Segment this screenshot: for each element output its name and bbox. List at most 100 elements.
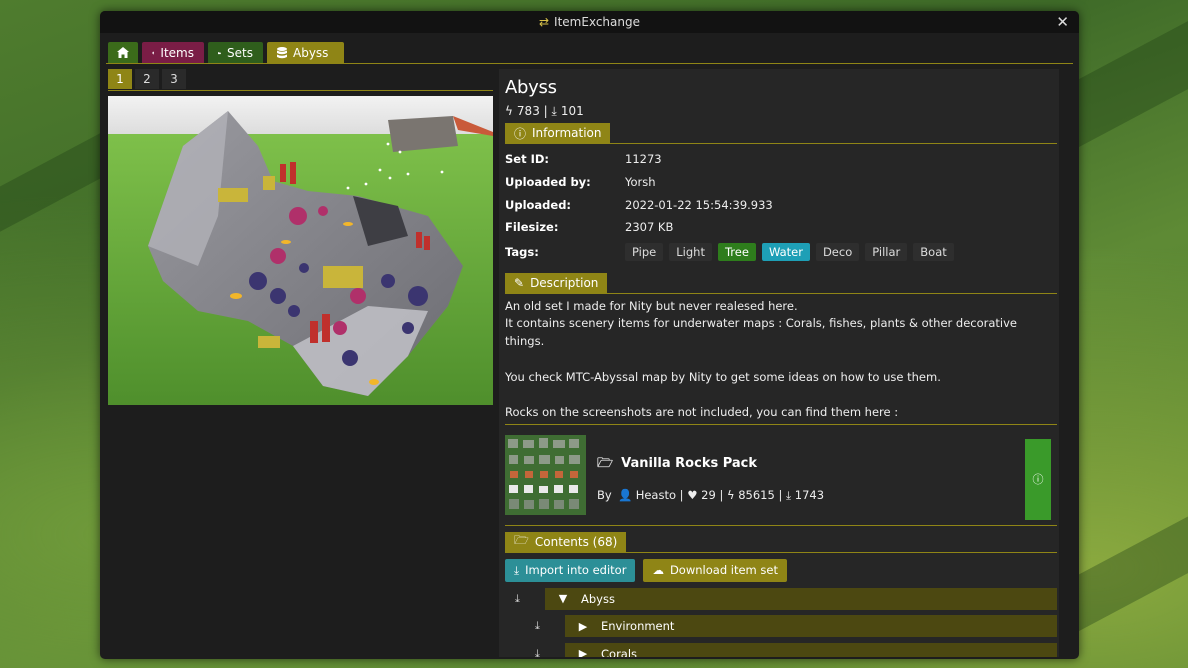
description-line: You check MTC-Abyssal map by Nity to get… <box>505 369 941 384</box>
chevron-right-icon[interactable]: ▶ <box>565 647 601 657</box>
dependency-card[interactable]: 🗁 Vanilla Rocks Pack By 👤 Heasto | ♥ 29 | … <box>505 429 1057 525</box>
description-line: Rocks on the screenshots are not include… <box>505 404 899 419</box>
set-stats: ϟ 783 | ⤓ 101 <box>505 104 1057 119</box>
meta-separator: | <box>778 487 787 502</box>
info-row-set-id: Set ID: 11273 <box>505 148 1057 171</box>
information-header: ⓘ Information <box>505 123 611 143</box>
import-into-editor-button[interactable]: ⤓ Import into editor <box>505 558 636 582</box>
info-value: Yorsh <box>625 175 656 190</box>
download-item-set-button[interactable]: ☁ Download item set <box>643 558 787 582</box>
tag-water[interactable]: Water <box>761 242 810 261</box>
user-icon: 👤 <box>618 487 633 502</box>
download-icon: ⤓ <box>514 562 520 577</box>
dependency-thumbnail[interactable] <box>505 434 586 515</box>
contents-divider <box>505 551 1057 553</box>
image-tab-1[interactable]: 1 <box>108 69 132 89</box>
download-label: Download item set <box>669 563 778 578</box>
dependency-info-button[interactable]: ⓘ <box>1025 438 1051 520</box>
info-row-uploaded: Uploaded: 2022-01-22 15:54:39.933 <box>505 193 1057 216</box>
tag-list: Pipe Light Tree Water Deco Pillar Boat <box>625 242 954 261</box>
description-divider <box>505 292 1057 294</box>
tag-light[interactable]: Light <box>669 242 712 261</box>
tab-items-label: Items <box>160 45 194 60</box>
dependency-downloads: 1743 <box>794 487 825 502</box>
info-value: 11273 <box>625 152 662 167</box>
description-line <box>505 386 1057 404</box>
tree-folder-environment[interactable]: ▶ Environment <box>565 615 1057 638</box>
meta-separator: | <box>719 487 727 502</box>
info-key: Filesize: <box>505 220 559 235</box>
description-header-label: Description <box>530 275 599 290</box>
description-text: An old set I made for Nity but never rea… <box>505 298 1057 422</box>
tree-label: Environment <box>601 619 675 634</box>
tree-icon <box>152 51 155 54</box>
tag-pillar[interactable]: Pillar <box>865 242 908 261</box>
heart-icon: ♥ <box>687 487 698 502</box>
contents-header-label: Contents (68) <box>534 534 618 549</box>
download-icon[interactable]: ⤓ <box>515 592 520 606</box>
info-row-tags: Tags: Pipe Light Tree Water Deco Pillar … <box>505 239 1057 265</box>
contents-header: 🗁 Contents (68) <box>505 531 627 552</box>
download-icon[interactable]: ⤓ <box>535 647 540 657</box>
tag-deco[interactable]: Deco <box>815 242 860 261</box>
tab-items[interactable]: Items <box>142 42 204 63</box>
import-label: Import into editor <box>525 563 627 578</box>
contents-actions: ⤓ Import into editor ☁ Download item set <box>505 558 1057 582</box>
tree-folder-corals[interactable]: ▶ Corals <box>565 642 1057 657</box>
info-key: Uploaded by: <box>505 175 591 190</box>
folder-open-icon: 🗁 <box>514 533 529 548</box>
swap-icon: ⇄ <box>538 15 550 29</box>
tree-label: Corals <box>601 646 638 657</box>
nav-tabs: Items Sets Abyss <box>108 42 344 63</box>
set-title: Abyss <box>505 77 557 98</box>
description-line <box>505 351 1057 369</box>
set-bolt-count: 783 <box>516 104 540 118</box>
screenshot-panel: 1 2 3 <box>108 69 493 654</box>
info-value: 2022-01-22 15:54:39.933 <box>625 197 773 212</box>
tag-boat[interactable]: Boat <box>913 242 954 261</box>
image-tab-2[interactable]: 2 <box>135 69 159 89</box>
dependency-divider-top <box>505 423 1057 425</box>
description-line: It contains scenery items for underwater… <box>505 316 1017 349</box>
image-tab-3[interactable]: 3 <box>162 69 186 89</box>
tab-home[interactable] <box>108 42 138 63</box>
tree-row-corals: ⤓ ▶ Corals <box>505 641 1057 657</box>
home-icon <box>117 47 129 58</box>
tab-sets-label: Sets <box>227 45 253 60</box>
database-icon <box>277 46 287 58</box>
image-tabs-divider <box>108 90 493 91</box>
info-key: Set ID: <box>505 152 550 167</box>
tree-row-environment: ⤓ ▶ Environment <box>505 613 1057 641</box>
pencil-icon: ✎ <box>514 275 525 290</box>
tab-abyss[interactable]: Abyss <box>267 42 344 63</box>
dependency-title[interactable]: 🗁 Vanilla Rocks Pack <box>597 454 757 476</box>
info-circle-icon: ⓘ <box>1032 473 1044 487</box>
download-icon[interactable]: ⤓ <box>535 619 540 633</box>
description-header: ✎ Description <box>505 272 608 293</box>
download-icon: ⤓ <box>551 104 557 118</box>
item-exchange-window: ⇄ ItemExchange ✕ Items Sets Abyss 1 2 3 <box>100 11 1079 659</box>
bolt-icon: ϟ <box>505 104 513 118</box>
tag-pipe[interactable]: Pipe <box>625 242 664 261</box>
window-title: ItemExchange <box>554 15 640 29</box>
chevron-down-icon[interactable]: ▼ <box>545 592 581 605</box>
tree-row-abyss: ⤓ ▼ Abyss <box>505 586 1057 614</box>
info-row-uploaded-by: Uploaded by: Yorsh <box>505 171 1057 194</box>
download-icon: ⤓ <box>786 487 792 502</box>
chevron-right-icon[interactable]: ▶ <box>565 620 601 633</box>
tab-sets[interactable]: Sets <box>208 42 263 63</box>
tree-folder-abyss[interactable]: ▼ Abyss <box>545 587 1057 610</box>
dependency-divider-bottom <box>505 524 1057 526</box>
info-key: Uploaded: <box>505 197 572 212</box>
tag-tree[interactable]: Tree <box>717 242 756 261</box>
dependency-author: Heasto <box>635 487 676 502</box>
tab-abyss-label: Abyss <box>293 45 329 60</box>
dependency-name: Vanilla Rocks Pack <box>621 455 758 471</box>
cloud-download-icon: ☁ <box>652 563 664 578</box>
folder-icon: 🗁 <box>597 455 614 471</box>
info-key: Tags: <box>505 244 539 259</box>
close-icon[interactable]: ✕ <box>1056 11 1069 33</box>
nav-divider <box>106 63 1073 64</box>
dependency-bolt: 85615 <box>738 487 775 502</box>
bolt-icon: ϟ <box>726 487 735 502</box>
